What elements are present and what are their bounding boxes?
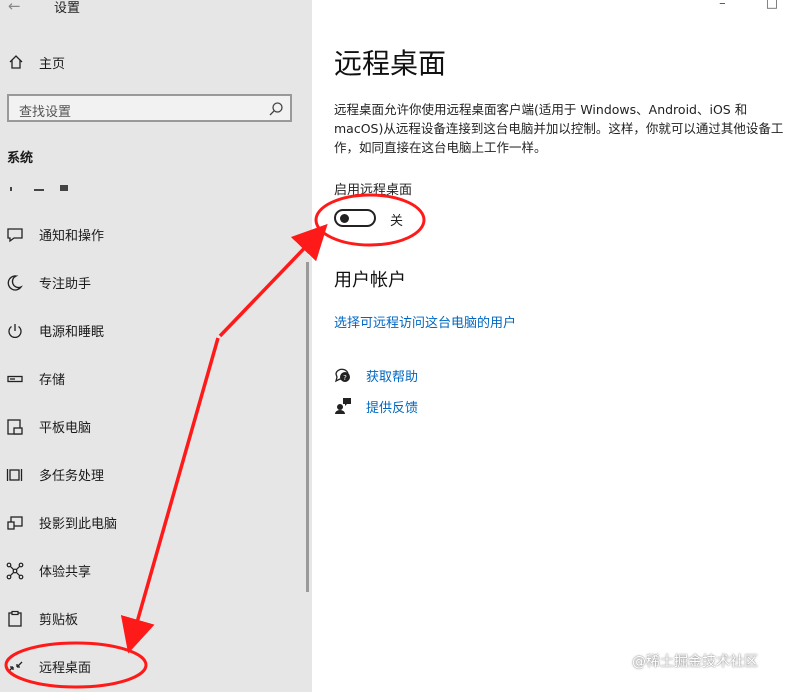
sidebar-item-project[interactable]: 投影到此电脑	[0, 501, 300, 545]
section-title: 系统	[7, 151, 34, 166]
feedback-row[interactable]: 提供反馈	[334, 395, 534, 417]
clipboard-icon	[8, 610, 22, 627]
svg-text:?: ?	[343, 374, 347, 382]
home-icon	[9, 55, 23, 69]
user-accounts-heading: 用户帐户	[334, 270, 406, 291]
sidebar-item-label: 平板电脑	[39, 421, 92, 436]
search-icon[interactable]	[268, 101, 284, 117]
sidebar-item-label: 通知和操作	[39, 229, 105, 244]
search-placeholder: 查找设置	[19, 105, 72, 120]
sidebar-item-label: 剪贴板	[39, 613, 79, 628]
sidebar-item-label: 存储	[39, 373, 66, 388]
sidebar-item-shared-experiences[interactable]: 体验共享	[0, 549, 300, 593]
window-controls[interactable]: – □	[719, 0, 796, 11]
tablet-icon	[7, 419, 23, 435]
remote-desktop-toggle[interactable]	[334, 209, 376, 227]
toggle-knob	[340, 214, 349, 223]
share-icon	[6, 562, 24, 580]
multitask-icon	[6, 469, 23, 481]
sidebar-item-label: 电源和睡眠	[39, 325, 105, 340]
select-users-link[interactable]: 选择可远程访问这台电脑的用户	[334, 312, 516, 331]
sidebar-item-partial[interactable]	[10, 183, 70, 195]
sidebar-scrollbar[interactable]	[306, 262, 309, 592]
sidebar-item-tablet[interactable]: 平板电脑	[0, 405, 300, 449]
feedback-icon	[335, 398, 351, 414]
sidebar-item-label: 体验共享	[39, 565, 92, 580]
sidebar-item-label: 多任务处理	[39, 469, 105, 484]
sidebar-item-remote-desktop[interactable]: 远程桌面	[0, 645, 300, 689]
back-icon[interactable]: ←	[8, 0, 21, 14]
remote-desktop-icon	[7, 661, 23, 673]
sidebar-item-storage[interactable]: 存储	[0, 357, 300, 401]
sidebar: ← 设置 主页 查找设置 系统 通知和操作 专注助手 电源和睡眠 存储 平板电脑…	[0, 0, 312, 692]
sidebar-item-label: 投影到此电脑	[39, 517, 118, 532]
sidebar-item-notifications[interactable]: 通知和操作	[0, 213, 300, 257]
page-title: 远程桌面	[334, 47, 447, 80]
watermark: @稀土掘金技术社区	[632, 654, 758, 670]
sidebar-item-label: 专注助手	[39, 277, 92, 292]
page-description: 远程桌面允许你使用远程桌面客户端(适用于 Windows、Android、iOS…	[334, 102, 784, 155]
get-help-link[interactable]: 获取帮助	[366, 366, 418, 385]
storage-icon	[7, 375, 23, 383]
notification-icon	[7, 228, 23, 243]
sidebar-item-label: 远程桌面	[39, 661, 92, 676]
sidebar-item-focus-assist[interactable]: 专注助手	[0, 261, 300, 305]
power-icon	[8, 324, 22, 338]
window-title: 设置	[54, 1, 81, 16]
sidebar-item-label: 主页	[39, 57, 66, 72]
toggle-state-text: 关	[390, 214, 404, 229]
get-help-row[interactable]: ? 获取帮助	[334, 364, 534, 386]
help-chat-icon: ?	[335, 368, 350, 383]
search-input[interactable]: 查找设置	[7, 94, 292, 122]
moon-icon	[7, 275, 23, 291]
sidebar-item-clipboard[interactable]: 剪贴板	[0, 597, 300, 641]
sidebar-item-home[interactable]: 主页	[0, 50, 312, 76]
toggle-label: 启用远程桌面	[334, 183, 413, 198]
sidebar-item-power-sleep[interactable]: 电源和睡眠	[0, 309, 300, 353]
content-pane: – □ 远程桌面 远程桌面允许你使用远程桌面客户端(适用于 Windows、An…	[312, 0, 810, 692]
feedback-link[interactable]: 提供反馈	[366, 397, 418, 416]
sidebar-item-multitasking[interactable]: 多任务处理	[0, 453, 300, 497]
project-icon	[7, 516, 23, 530]
